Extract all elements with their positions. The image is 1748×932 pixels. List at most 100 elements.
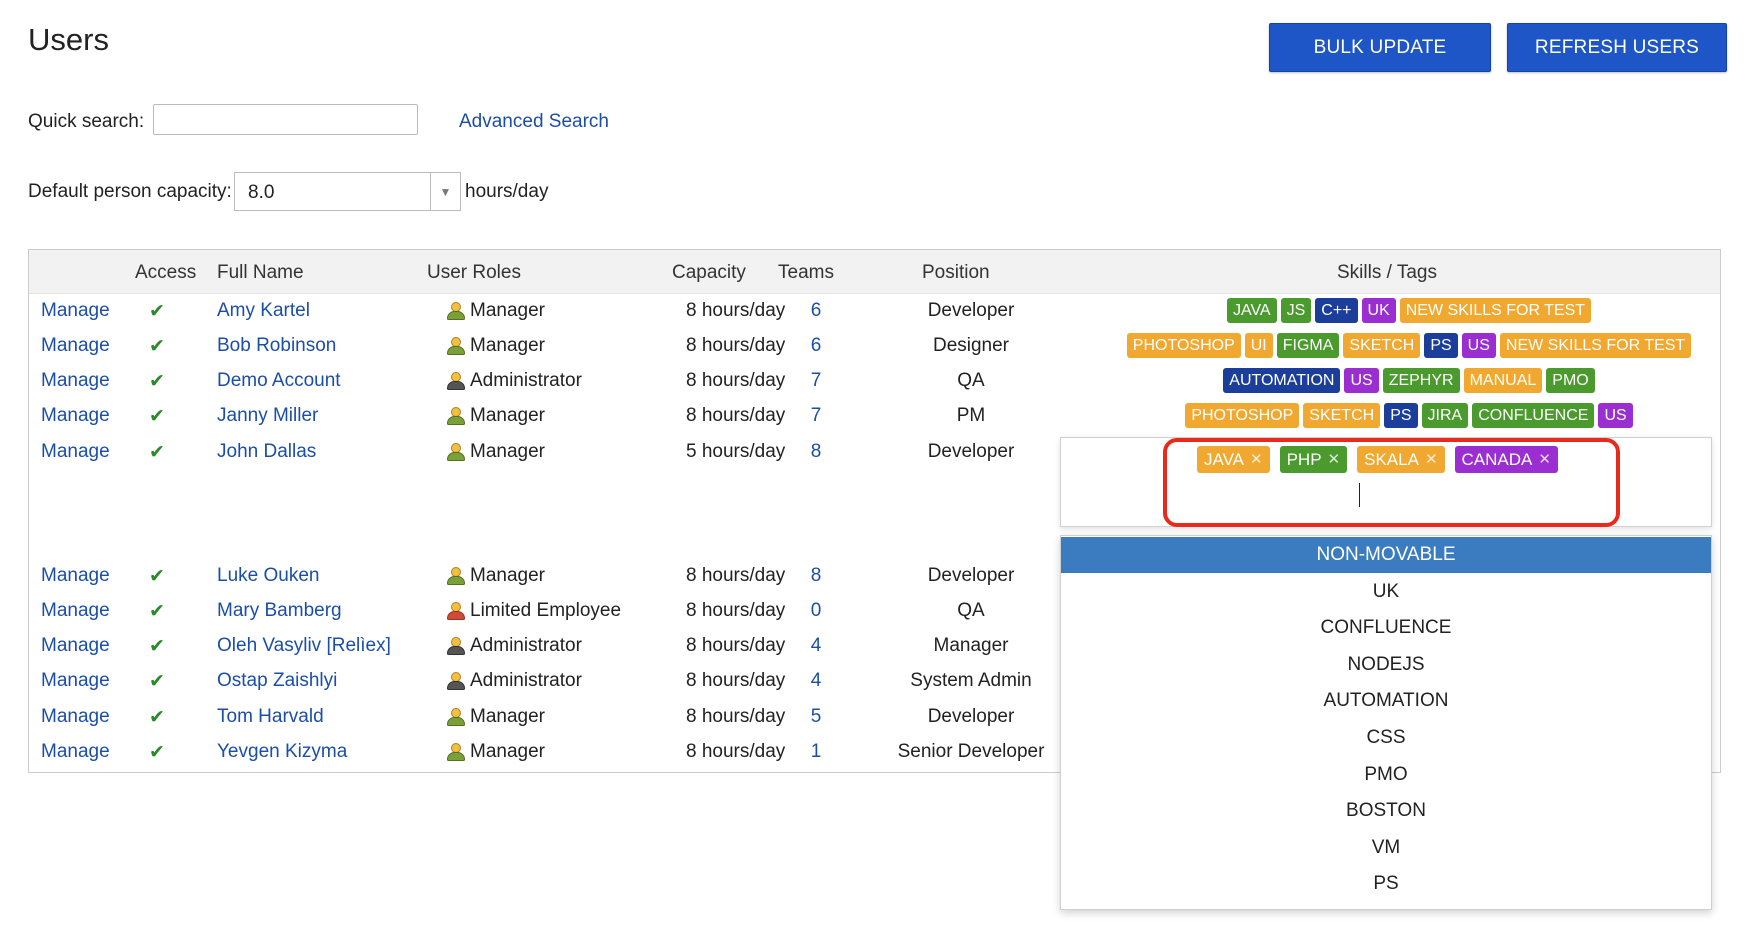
teams-count-link[interactable]: 4: [801, 635, 831, 657]
skill-tag[interactable]: PHOTOSHOP: [1185, 403, 1300, 428]
skills-tags[interactable]: AUTOMATION US ZEPHYR MANUAL PMO: [1099, 368, 1719, 393]
access-check-icon: ✔: [149, 336, 165, 357]
tag-option[interactable]: CSS: [1061, 720, 1711, 756]
tag-option[interactable]: NON-MOVABLE: [1061, 537, 1711, 573]
skill-tag[interactable]: PHOTOSHOP: [1126, 333, 1241, 358]
tag-option[interactable]: BOSTON: [1061, 793, 1711, 829]
skill-tag[interactable]: FIGMA: [1276, 333, 1340, 358]
skill-tag[interactable]: JS: [1280, 298, 1312, 323]
user-position: QA: [957, 370, 985, 391]
teams-count-link[interactable]: 4: [801, 670, 831, 692]
user-name-link[interactable]: Yevgen Kizyma: [217, 741, 347, 763]
skill-tag[interactable]: PS: [1424, 333, 1458, 358]
skill-tag[interactable]: CONFLUENCE: [1472, 403, 1595, 428]
capacity-unit: hours/day: [465, 181, 549, 202]
user-role: Manager: [446, 335, 545, 357]
teams-count-link[interactable]: 0: [801, 600, 831, 622]
teams-count-link[interactable]: 6: [801, 335, 831, 357]
skill-tag[interactable]: JAVA: [1226, 298, 1277, 323]
bulk-update-button[interactable]: BULK UPDATE: [1269, 23, 1491, 72]
manage-link[interactable]: Manage: [41, 635, 110, 657]
default-capacity-label: Default person capacity:: [28, 181, 232, 202]
access-check-icon: ✔: [149, 707, 165, 728]
user-capacity: 8 hours/day: [686, 635, 786, 656]
user-role: Manager: [446, 565, 545, 587]
user-role-label: Manager: [470, 300, 545, 321]
refresh-users-button[interactable]: REFRESH USERS: [1507, 23, 1727, 72]
tag-option[interactable]: PMO: [1061, 757, 1711, 793]
user-role-icon: [446, 566, 466, 586]
teams-count-link[interactable]: 7: [801, 370, 831, 392]
user-name-link[interactable]: Janny Miller: [217, 405, 318, 427]
quick-search-input[interactable]: [153, 104, 418, 135]
manage-link[interactable]: Manage: [41, 300, 110, 322]
teams-count-link[interactable]: 5: [801, 706, 831, 728]
skill-tag[interactable]: PS: [1384, 403, 1418, 428]
user-capacity: 8 hours/day: [686, 300, 786, 321]
manage-link[interactable]: Manage: [41, 670, 110, 692]
skill-tag[interactable]: ZEPHYR: [1382, 368, 1460, 393]
user-role-label: Administrator: [470, 670, 582, 691]
skill-tag[interactable]: PMO: [1546, 368, 1595, 393]
manage-link[interactable]: Manage: [41, 441, 110, 463]
tag-option[interactable]: VM: [1061, 830, 1711, 866]
user-role: Manager: [446, 300, 545, 322]
advanced-search-link[interactable]: Advanced Search: [459, 111, 609, 133]
user-capacity: 8 hours/day: [686, 706, 786, 727]
user-role: Administrator: [446, 635, 582, 657]
tag-option[interactable]: AUTOMATION: [1061, 683, 1711, 719]
skill-tag[interactable]: MANUAL: [1463, 368, 1543, 393]
skill-tag[interactable]: NEW SKILLS FOR TEST: [1399, 298, 1592, 323]
skill-tag[interactable]: US: [1344, 368, 1379, 393]
skill-tag[interactable]: UI: [1244, 333, 1273, 358]
teams-count-link[interactable]: 1: [801, 741, 831, 763]
header-teams: Teams: [778, 262, 834, 283]
user-role-icon: [446, 336, 466, 356]
manage-link[interactable]: Manage: [41, 706, 110, 728]
user-name-link[interactable]: John Dallas: [217, 441, 316, 463]
user-role-label: Administrator: [470, 370, 582, 391]
skill-tag[interactable]: SKETCH: [1343, 333, 1421, 358]
skill-tag[interactable]: US: [1598, 403, 1633, 428]
skills-tags[interactable]: JAVA JS C++ UK NEW SKILLS FOR TEST: [1099, 298, 1719, 323]
skill-tag[interactable]: SKETCH: [1303, 403, 1381, 428]
skill-tag[interactable]: NEW SKILLS FOR TEST: [1499, 333, 1692, 358]
user-name-link[interactable]: Amy Kartel: [217, 300, 310, 322]
teams-count-link[interactable]: 6: [801, 300, 831, 322]
chevron-down-icon[interactable]: ▼: [430, 173, 460, 210]
user-role-label: Manager: [470, 441, 545, 462]
user-name-link[interactable]: Demo Account: [217, 370, 341, 392]
tag-option[interactable]: CONFLUENCE: [1061, 610, 1711, 646]
default-capacity-select[interactable]: 8.0 ▼: [234, 172, 461, 211]
manage-link[interactable]: Manage: [41, 600, 110, 622]
manage-link[interactable]: Manage: [41, 405, 110, 427]
tag-option[interactable]: PS: [1061, 866, 1711, 902]
skill-tag[interactable]: US: [1461, 333, 1496, 358]
manage-link[interactable]: Manage: [41, 370, 110, 392]
manage-link[interactable]: Manage: [41, 565, 110, 587]
skills-tags[interactable]: PHOTOSHOP UI FIGMA SKETCH PS US NEW SKILLS FOR…: [1099, 333, 1719, 358]
user-role-icon: [446, 442, 466, 462]
skill-tag[interactable]: AUTOMATION: [1223, 368, 1341, 393]
user-name-link[interactable]: Tom Harvald: [217, 706, 324, 728]
user-name-link[interactable]: Luke Ouken: [217, 565, 319, 587]
user-name-link[interactable]: Bob Robinson: [217, 335, 336, 357]
skills-tags[interactable]: PHOTOSHOP SKETCH PS JIRA CONFLUENCE US: [1099, 403, 1719, 428]
skill-tag[interactable]: C++: [1315, 298, 1358, 323]
manage-link[interactable]: Manage: [41, 335, 110, 357]
skill-tag[interactable]: JIRA: [1421, 403, 1469, 428]
skill-tag[interactable]: UK: [1361, 298, 1396, 323]
user-name-link[interactable]: Mary Bamberg: [217, 600, 342, 622]
user-position: PM: [956, 405, 986, 426]
teams-count-link[interactable]: 8: [801, 565, 831, 587]
teams-count-link[interactable]: 7: [801, 405, 831, 427]
user-name-link[interactable]: Ostap Zaishlyi: [217, 670, 337, 692]
user-name-link[interactable]: Oleh Vasyliv [Relìex]: [217, 635, 391, 657]
manage-link[interactable]: Manage: [41, 741, 110, 763]
teams-count-link[interactable]: 8: [801, 441, 831, 463]
user-position: QA: [957, 600, 985, 621]
tag-option[interactable]: UK: [1061, 574, 1711, 610]
table-header: Access Full Name User Roles Capacity Tea…: [29, 250, 1720, 294]
user-position: Senior Developer: [897, 741, 1045, 762]
tag-option[interactable]: NODEJS: [1061, 647, 1711, 683]
